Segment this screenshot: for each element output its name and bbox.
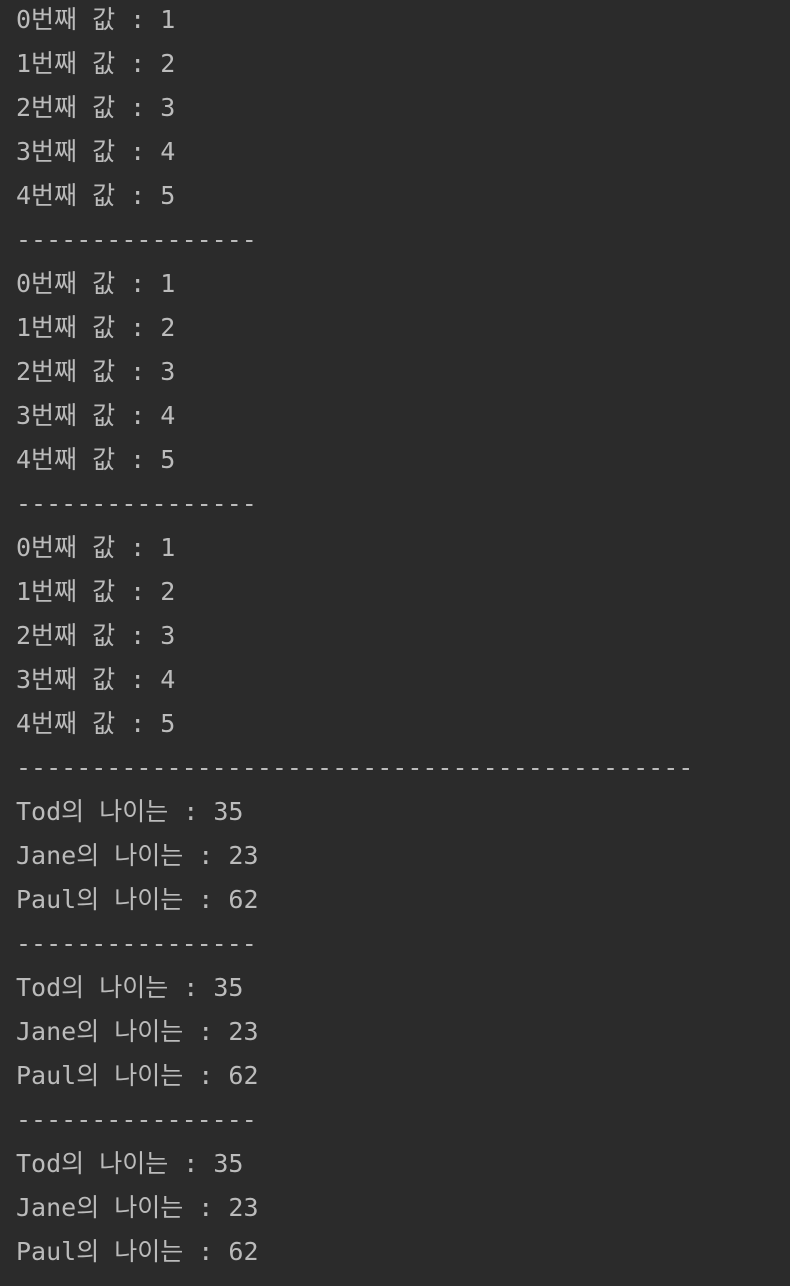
console-line: 1번째 값 : 2 <box>16 313 176 342</box>
console-line: 1번째 값 : 2 <box>16 577 176 606</box>
console-line: 4번째 값 : 5 <box>16 181 176 210</box>
separator-line: ---------------- <box>16 929 257 958</box>
console-line: 0번째 값 : 1 <box>16 269 176 298</box>
console-line: 2번째 값 : 3 <box>16 621 176 650</box>
console-line: 2번째 값 : 3 <box>16 357 176 386</box>
console-line: 1번째 값 : 2 <box>16 49 176 78</box>
console-line: Jane의 나이는 : 23 <box>16 1017 259 1046</box>
console-line: Tod의 나이는 : 35 <box>16 1149 244 1178</box>
console-line: 3번째 값 : 4 <box>16 137 176 166</box>
console-line: Jane의 나이는 : 23 <box>16 841 259 870</box>
console-line: Paul의 나이는 : 62 <box>16 1061 259 1090</box>
console-line: 0번째 값 : 1 <box>16 5 176 34</box>
console-line: 0번째 값 : 1 <box>16 533 176 562</box>
separator-line: ---------------- <box>16 225 257 254</box>
console-line: 3번째 값 : 4 <box>16 401 176 430</box>
console-line: 2번째 값 : 3 <box>16 93 176 122</box>
console-line: 4번째 값 : 5 <box>16 445 176 474</box>
console-line: 4번째 값 : 5 <box>16 709 176 738</box>
separator-line: ---------------- <box>16 489 257 518</box>
separator-line: ---------------- <box>16 1105 257 1134</box>
console-line: Tod의 나이는 : 35 <box>16 973 244 1002</box>
separator-line: ----------------------------------------… <box>16 753 694 782</box>
console-line: Jane의 나이는 : 23 <box>16 1193 259 1222</box>
console-output: 0번째 값 : 1 1번째 값 : 2 2번째 값 : 3 3번째 값 : 4 … <box>0 0 790 1286</box>
console-line: Paul의 나이는 : 62 <box>16 885 259 914</box>
console-line: 3번째 값 : 4 <box>16 665 176 694</box>
console-line: Paul의 나이는 : 62 <box>16 1237 259 1266</box>
console-line: Tod의 나이는 : 35 <box>16 797 244 826</box>
